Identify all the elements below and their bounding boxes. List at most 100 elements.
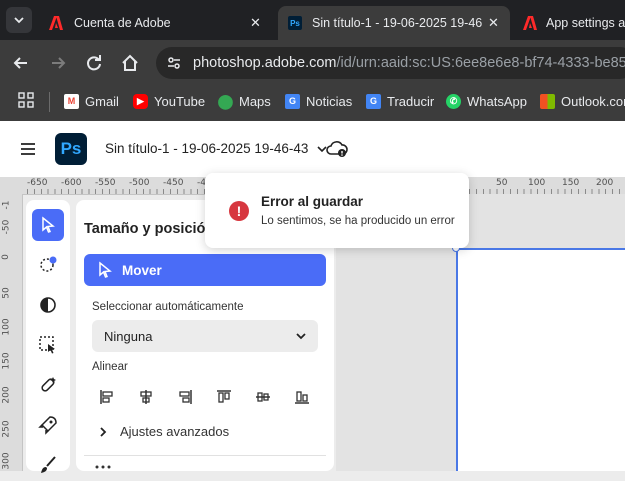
- hamburger-icon: [18, 139, 38, 159]
- adjustment-tool-button[interactable]: [32, 289, 64, 321]
- align-middle-button[interactable]: [248, 384, 278, 410]
- bookmark-maps[interactable]: ⬤Maps: [218, 92, 271, 110]
- autoselect-dropdown[interactable]: Ninguna: [92, 320, 318, 352]
- bookmark-news[interactable]: GNoticias: [285, 92, 352, 110]
- bookmark-label: Traducir: [387, 94, 434, 109]
- back-button[interactable]: [10, 52, 32, 74]
- brush-tool-button[interactable]: [32, 449, 64, 481]
- adobe-icon: [522, 15, 538, 31]
- document-title-button[interactable]: Sin título-1 - 19-06-2025 19-46-43: [105, 141, 329, 156]
- align-bottom-button[interactable]: [287, 384, 317, 410]
- cloud-status-button[interactable]: [325, 138, 349, 160]
- advanced-settings-toggle[interactable]: Ajustes avanzados: [96, 424, 229, 439]
- align-center-icon: [137, 388, 155, 406]
- bookmark-gmail[interactable]: M Gmail: [64, 92, 119, 110]
- tab-search-button[interactable]: [6, 7, 32, 33]
- lasso-select-icon: [38, 255, 58, 275]
- menu-button[interactable]: [18, 139, 38, 159]
- error-message: Lo sentimos, se ha producido un error: [261, 215, 455, 227]
- browser-tab-app-settings[interactable]: App settings a: [516, 6, 625, 40]
- tab-title: Sin título-1 - 19-06-2025 19-46-43: [312, 16, 482, 30]
- align-top-button[interactable]: [209, 384, 239, 410]
- bookmark-label: Maps: [239, 94, 271, 109]
- ruler-label: 50: [496, 178, 507, 188]
- bookmark-translate[interactable]: G Traducir: [366, 92, 434, 110]
- ruler-label: 100: [528, 178, 545, 188]
- align-left-button[interactable]: [92, 384, 122, 410]
- autoselect-value: Ninguna: [104, 329, 152, 344]
- bookmark-label: Gmail: [85, 94, 119, 109]
- align-bottom-icon: [293, 388, 311, 406]
- bookmark-whatsapp[interactable]: ✆ WhatsApp: [446, 92, 527, 110]
- align-right-button[interactable]: [170, 384, 200, 410]
- home-button[interactable]: [119, 52, 141, 74]
- document-canvas[interactable]: [456, 248, 625, 471]
- browser-tab-photoshop[interactable]: Ps Sin título-1 - 19-06-2025 19-46-43 ✕: [278, 6, 510, 40]
- ruler-label: 200: [2, 386, 12, 403]
- browser-tab-adobe-account[interactable]: Cuenta de Adobe ✕: [40, 6, 272, 40]
- url-text: photoshop.adobe.com/id/urn:aaid:sc:US:6e…: [193, 55, 625, 71]
- align-center-horizontal-button[interactable]: [131, 384, 161, 410]
- ruler-label: 100: [2, 318, 12, 335]
- pointer-icon: [39, 216, 57, 234]
- pointer-icon: [96, 261, 114, 279]
- ruler-label: 250: [2, 420, 12, 437]
- error-title: Error al guardar: [261, 194, 363, 209]
- site-info-button[interactable]: [162, 51, 186, 75]
- reload-button[interactable]: [83, 52, 105, 74]
- forward-button[interactable]: [47, 52, 69, 74]
- ruler-label: 150: [562, 178, 579, 188]
- move-button[interactable]: Mover: [84, 254, 326, 286]
- bookmark-outlook[interactable]: Outlook.com: [540, 92, 625, 110]
- object-select-tool-button[interactable]: [32, 329, 64, 361]
- autoselect-label: Seleccionar automáticamente: [92, 301, 244, 313]
- document-title: Sin título-1 - 19-06-2025 19-46-43: [105, 141, 308, 156]
- rocket-icon: [38, 415, 58, 435]
- translate-icon: G: [366, 94, 381, 109]
- youtube-icon: ▶: [133, 94, 148, 109]
- adjust-icon: [39, 296, 57, 314]
- whatsapp-icon: ✆: [446, 94, 461, 109]
- bookmark-label: YouTube: [154, 94, 205, 109]
- chevron-down-icon: [13, 14, 25, 26]
- bookmark-youtube[interactable]: ▶ YouTube: [133, 92, 205, 110]
- bandage-icon: [38, 375, 58, 395]
- panel-title: Tamaño y posición: [84, 221, 206, 237]
- bookmark-label: Outlook.com: [561, 94, 625, 109]
- photoshop-logo: Ps: [55, 133, 87, 165]
- ruler-label: -1: [1, 201, 11, 210]
- object-select-icon: [38, 335, 58, 355]
- home-icon: [119, 52, 141, 74]
- ruler-label: 0: [1, 254, 11, 260]
- selection-tool-button[interactable]: [32, 249, 64, 281]
- ruler-label: -600: [61, 178, 81, 188]
- align-right-icon: [176, 388, 194, 406]
- chevron-down-icon: [294, 329, 308, 343]
- ruler-label: -650: [27, 178, 47, 188]
- outlook-icon: [540, 94, 555, 109]
- align-middle-icon: [254, 388, 272, 406]
- apps-grid-button[interactable]: [18, 92, 36, 110]
- adobe-icon: [48, 15, 64, 31]
- close-icon[interactable]: ✕: [488, 15, 499, 31]
- next-section-icon: [94, 464, 112, 471]
- tab-title: App settings a: [546, 16, 625, 30]
- quick-actions-tool-button[interactable]: [32, 409, 64, 441]
- brush-icon: [38, 455, 58, 475]
- close-icon[interactable]: ✕: [250, 15, 261, 31]
- align-left-icon: [98, 388, 116, 406]
- move-tool-button[interactable]: [32, 209, 64, 241]
- tab-title: Cuenta de Adobe: [74, 16, 171, 30]
- bookmark-label: Noticias: [306, 94, 352, 109]
- chevron-right-icon: [96, 425, 110, 439]
- ruler-label: -500: [129, 178, 149, 188]
- ruler-vertical: -1 -50 0 50 100 150 200 250 300: [0, 194, 23, 471]
- tune-icon: [166, 55, 182, 71]
- arrow-right-icon: [47, 52, 69, 74]
- bookmarks-divider: [49, 92, 50, 112]
- url-host: photoshop.adobe.com: [193, 55, 337, 71]
- ruler-label: 200: [596, 178, 613, 188]
- gmail-icon: M: [64, 94, 79, 109]
- bookmark-label: WhatsApp: [467, 94, 527, 109]
- healing-tool-button[interactable]: [32, 369, 64, 401]
